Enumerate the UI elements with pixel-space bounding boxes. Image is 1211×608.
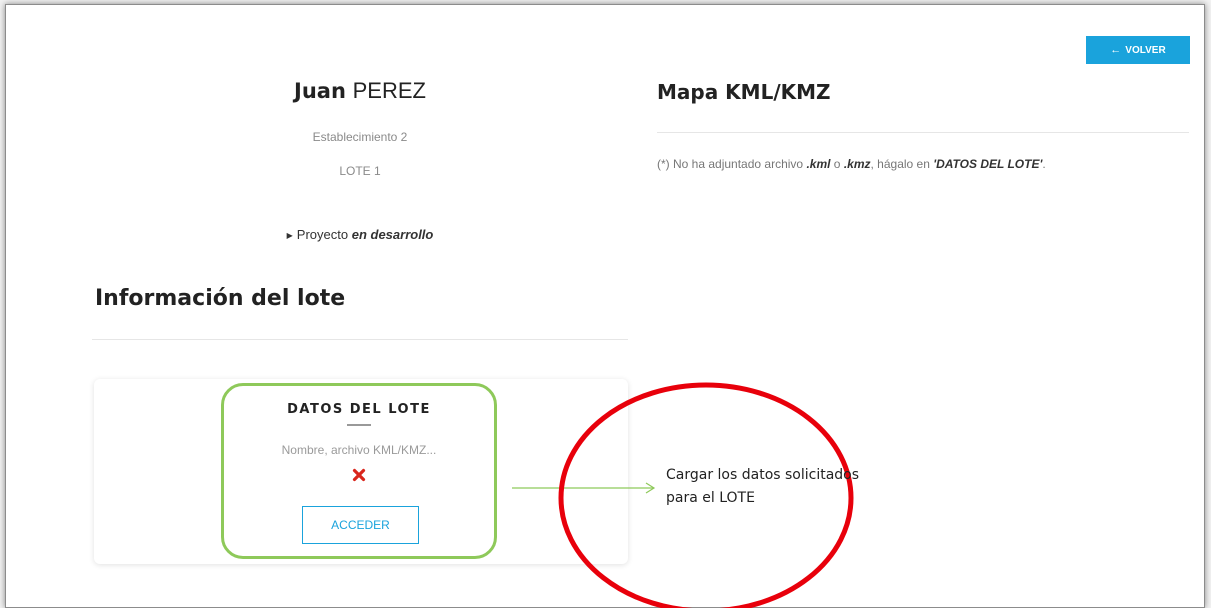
annotation-overlay [512,382,854,608]
annotation-text: Cargar los datos solicitados para el LOT… [666,467,860,506]
